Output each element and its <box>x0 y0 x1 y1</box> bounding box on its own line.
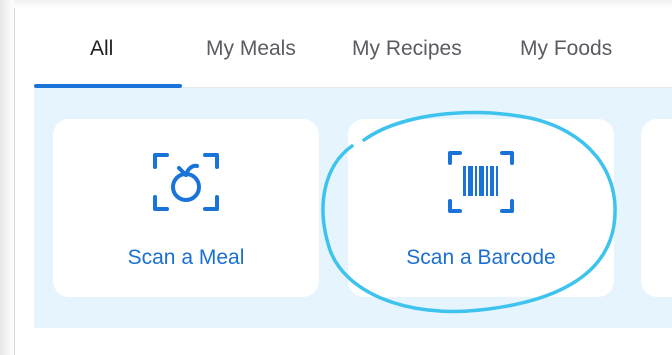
tab-my-recipes[interactable]: My Recipes <box>352 34 462 64</box>
top-shadow <box>14 0 672 8</box>
tab-my-foods[interactable]: My Foods <box>520 34 612 64</box>
scan-barcode-button[interactable]: Scan a Barcode <box>348 119 614 297</box>
tab-all[interactable]: All <box>90 34 113 64</box>
scan-meal-label: Scan a Meal <box>127 246 245 269</box>
scan-meal-button[interactable]: Scan a Meal <box>53 119 319 297</box>
offscreen-card[interactable] <box>641 119 672 297</box>
window-border <box>14 0 15 355</box>
scan-meal-icon <box>153 153 219 211</box>
window-shadow <box>0 0 14 355</box>
scan-barcode-label: Scan a Barcode <box>406 246 556 269</box>
tab-my-meals[interactable]: My Meals <box>206 34 296 64</box>
barcode-scan-icon <box>448 151 514 213</box>
